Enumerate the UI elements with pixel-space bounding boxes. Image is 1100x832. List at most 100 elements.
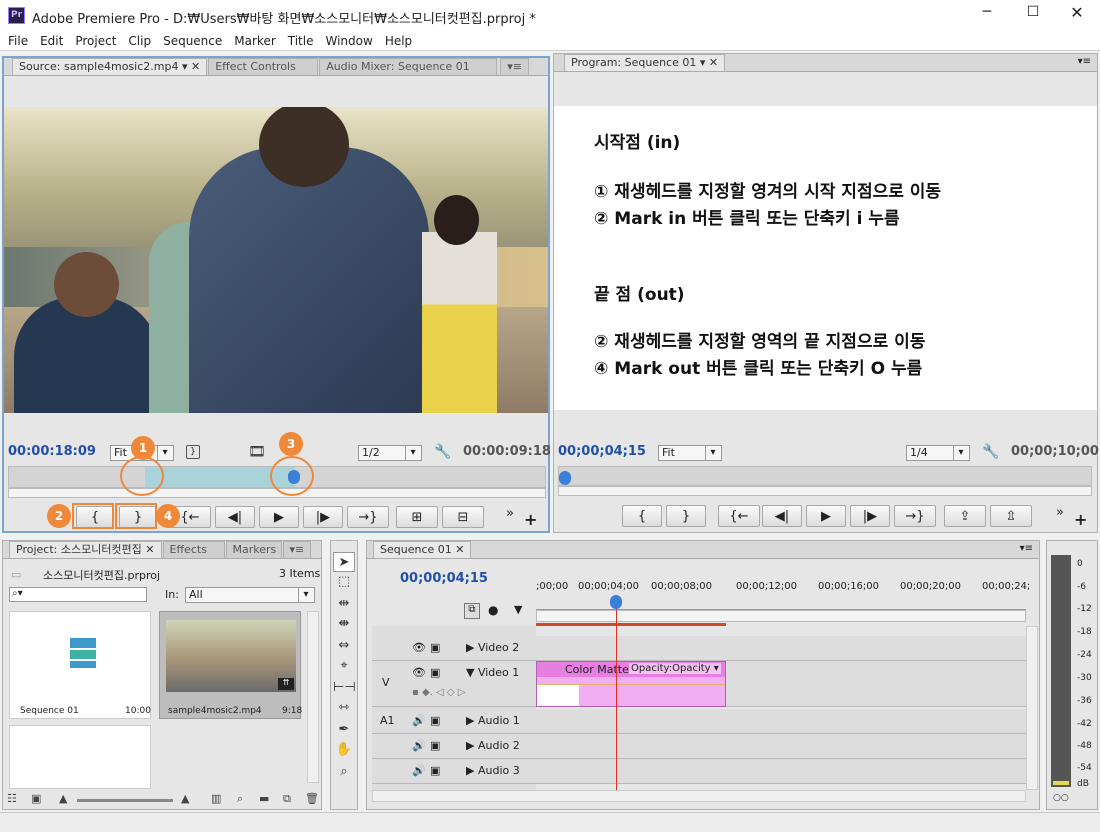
- work-area-bar[interactable]: [536, 623, 726, 626]
- extract-button[interactable]: ⇫: [990, 505, 1032, 527]
- audio-target-label[interactable]: A1: [380, 714, 395, 727]
- tab-markers[interactable]: Markers: [225, 541, 282, 558]
- menu-marker[interactable]: Marker: [228, 34, 281, 48]
- more-controls-icon[interactable]: »: [506, 506, 514, 521]
- project-item-sequence[interactable]: Sequence 01 10:00: [9, 611, 151, 719]
- tab-sequence[interactable]: Sequence 01 ✕: [373, 541, 472, 558]
- lock-toggle-icon[interactable]: ▣: [430, 764, 440, 777]
- lock-toggle-icon[interactable]: ▣: [430, 739, 440, 752]
- program-play-button[interactable]: ▶: [806, 505, 846, 527]
- program-time-ruler[interactable]: [558, 466, 1092, 486]
- program-go-to-out-button[interactable]: →}: [894, 505, 936, 527]
- minimize-button[interactable]: ─: [972, 4, 1002, 26]
- project-panel-menu-icon[interactable]: ▾≡: [282, 541, 312, 558]
- speaker-icon[interactable]: 🔊: [412, 764, 426, 777]
- rate-stretch-tool-icon[interactable]: ⇔: [333, 636, 355, 656]
- timeline-playhead[interactable]: [616, 596, 617, 790]
- pen-tool-icon[interactable]: ✒: [333, 720, 355, 740]
- track-select-tool-icon[interactable]: ⬚: [333, 572, 355, 592]
- lock-toggle-icon[interactable]: ▣: [430, 714, 440, 727]
- timeline-playhead-icon[interactable]: [610, 595, 622, 609]
- timeline-hscrollbar[interactable]: [372, 790, 1026, 802]
- source-timecode[interactable]: 00:00:18:09: [8, 444, 96, 459]
- step-back-button[interactable]: ◀|: [215, 506, 255, 528]
- program-mark-in-button[interactable]: {: [622, 505, 662, 527]
- close-button[interactable]: ✕: [1062, 3, 1092, 25]
- hand-tool-icon[interactable]: ✋: [333, 740, 355, 760]
- program-mark-out-button[interactable]: }: [666, 505, 706, 527]
- clip-color-matte[interactable]: Color Matte Opacity:Opacity ▾: [536, 661, 726, 707]
- program-step-back-button[interactable]: ◀|: [762, 505, 802, 527]
- slip-tool-icon[interactable]: ⊢⊣: [333, 678, 356, 698]
- program-wrench-icon[interactable]: 🔧: [982, 444, 999, 460]
- wrench-icon[interactable]: 🔧: [434, 444, 451, 460]
- program-playhead-icon[interactable]: [559, 471, 571, 485]
- menu-title[interactable]: Title: [282, 34, 320, 48]
- program-panel-menu-icon[interactable]: ▾≡: [1078, 56, 1091, 67]
- timeline-zoom-bar[interactable]: [536, 610, 1026, 622]
- in-filter-dropdown[interactable]: All: [185, 587, 315, 603]
- eye-icon[interactable]: 👁: [412, 641, 426, 654]
- tab-source[interactable]: Source: sample4mosic2.mp4 ▾ ✕: [12, 58, 208, 75]
- zoom-small-icon[interactable]: ▲: [59, 792, 67, 805]
- project-item-clip[interactable]: ⇈ sample4mosic2.mp4 9:18: [159, 611, 302, 719]
- program-timecode[interactable]: 00;00;04;15: [558, 444, 646, 459]
- trash-icon[interactable]: 🗑: [305, 792, 319, 805]
- timeline-vscrollbar[interactable]: [1026, 626, 1038, 790]
- lift-button[interactable]: ⇪: [944, 505, 986, 527]
- tab-program[interactable]: Program: Sequence 01 ▾ ✕: [564, 54, 726, 71]
- program-resolution-dropdown[interactable]: 1/4: [906, 445, 970, 461]
- drag-video-icon[interactable]: }: [186, 445, 200, 459]
- slide-tool-icon[interactable]: ⇿: [333, 698, 355, 718]
- add-button-icon[interactable]: +: [524, 510, 537, 529]
- go-to-out-button[interactable]: →}: [347, 506, 389, 528]
- menu-edit[interactable]: Edit: [34, 34, 69, 48]
- menu-window[interactable]: Window: [319, 34, 378, 48]
- zoom-large-icon[interactable]: ▲: [181, 792, 189, 805]
- eye-icon[interactable]: 👁: [412, 666, 426, 679]
- new-item-icon[interactable]: ⧉: [283, 792, 291, 806]
- tab-audio-mixer[interactable]: Audio Mixer: Sequence 01: [319, 58, 498, 75]
- menu-clip[interactable]: Clip: [122, 34, 157, 48]
- program-fit-dropdown[interactable]: Fit: [658, 445, 722, 461]
- program-zoom-bar[interactable]: [558, 486, 1092, 496]
- panel-menu-icon[interactable]: ▾≡: [500, 58, 529, 75]
- menu-help[interactable]: Help: [379, 34, 418, 48]
- snap-icon[interactable]: ⧉: [464, 603, 480, 619]
- rolling-edit-tool-icon[interactable]: ⇼: [333, 614, 355, 634]
- menu-file[interactable]: File: [2, 34, 34, 48]
- step-forward-button[interactable]: |▶: [303, 506, 343, 528]
- program-go-to-in-button[interactable]: {←: [718, 505, 760, 527]
- set-marker-icon[interactable]: ●: [488, 603, 498, 617]
- video-target-label[interactable]: V: [382, 676, 390, 689]
- new-bin-icon[interactable]: ▬: [259, 792, 269, 805]
- project-scrollbar[interactable]: [307, 611, 319, 783]
- speaker-icon[interactable]: 🔊: [412, 739, 426, 752]
- project-item-matte[interactable]: [9, 725, 151, 789]
- menu-sequence[interactable]: Sequence: [157, 34, 228, 48]
- encore-marker-icon[interactable]: ▼: [514, 603, 522, 616]
- zoom-slider[interactable]: [77, 799, 173, 802]
- meter-solo-icons[interactable]: ○○: [1053, 793, 1069, 803]
- zoom-tool-icon[interactable]: ⌕: [333, 762, 355, 782]
- selection-tool-icon[interactable]: ➤: [333, 552, 355, 572]
- tab-effects[interactable]: Effects: [162, 541, 225, 558]
- razor-tool-icon[interactable]: ⌖: [333, 656, 355, 676]
- lock-toggle-icon[interactable]: ▣: [430, 641, 440, 654]
- list-view-icon[interactable]: ☷: [7, 792, 17, 805]
- lock-toggle-icon[interactable]: ▣: [430, 666, 440, 679]
- project-search-input[interactable]: ⌕▾: [9, 587, 147, 602]
- insert-button[interactable]: ⊞: [396, 506, 438, 528]
- icon-view-icon[interactable]: ▣: [31, 792, 41, 805]
- timeline-panel-menu-icon[interactable]: ▾≡: [1020, 543, 1033, 554]
- ripple-edit-tool-icon[interactable]: ⇹: [333, 594, 355, 614]
- timeline-timecode[interactable]: 00;00;04;15: [400, 571, 488, 586]
- find-icon[interactable]: ⌕: [237, 792, 243, 806]
- program-more-controls-icon[interactable]: »: [1056, 505, 1064, 520]
- source-resolution-dropdown[interactable]: 1/2: [358, 445, 422, 461]
- maximize-button[interactable]: ☐: [1018, 4, 1048, 26]
- clip-effect-dropdown[interactable]: Opacity:Opacity ▾: [629, 663, 721, 674]
- overwrite-button[interactable]: ⊟: [442, 506, 484, 528]
- program-add-button-icon[interactable]: +: [1074, 510, 1087, 529]
- speaker-icon[interactable]: 🔊: [412, 714, 426, 727]
